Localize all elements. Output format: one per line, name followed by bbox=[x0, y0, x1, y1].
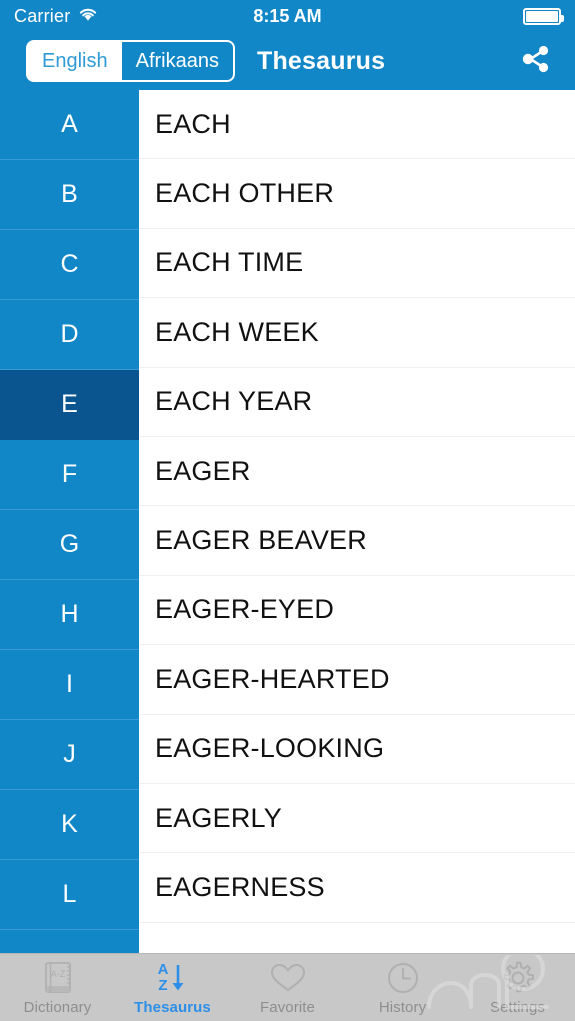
word-list-item[interactable]: EACH WEEK bbox=[139, 298, 575, 368]
alphabet-index-label: K bbox=[61, 810, 78, 838]
alphabet-index-g[interactable]: G bbox=[0, 510, 139, 580]
word-list-item-label: EAGER BEAVER bbox=[155, 525, 367, 556]
az-icon-bottom-letter: Z bbox=[158, 977, 168, 994]
heart-icon bbox=[269, 959, 307, 997]
word-list-item-label: EACH OTHER bbox=[155, 178, 335, 209]
app-root: Carrier 8:15 AM English Afrikaans Thesau… bbox=[0, 0, 575, 1021]
tab-thesaurus[interactable]: A Z Thesaurus bbox=[115, 954, 230, 1021]
alphabet-index-label: D bbox=[60, 320, 79, 348]
language-option-source[interactable]: English bbox=[28, 42, 122, 80]
word-list-item[interactable]: EACH OTHER bbox=[139, 159, 575, 229]
word-list-item[interactable]: EAGER BEAVER bbox=[139, 506, 575, 576]
word-list-item[interactable]: EACH YEAR bbox=[139, 368, 575, 437]
word-list-item-label: EAGER bbox=[155, 455, 251, 486]
page-title: Thesaurus bbox=[256, 46, 386, 75]
content-area: ABCDEFGHIJKLM EACHEACH OTHEREACH TIMEEAC… bbox=[0, 90, 575, 953]
word-list-item[interactable]: EACH bbox=[139, 90, 575, 160]
word-list-item[interactable]: EAGER bbox=[139, 437, 575, 507]
alphabet-index-label: G bbox=[59, 530, 80, 558]
alphabet-index-f[interactable]: F bbox=[0, 440, 139, 510]
word-list-item[interactable]: EAGERLY bbox=[139, 784, 575, 854]
tab-label-dictionary: Dictionary bbox=[23, 999, 92, 1016]
alphabet-index-label: F bbox=[61, 460, 78, 488]
alphabet-index-l[interactable]: L bbox=[0, 860, 139, 930]
a-z-sort-icon: A Z bbox=[158, 959, 188, 997]
tab-label-history: History bbox=[378, 999, 427, 1016]
gear-icon bbox=[499, 959, 537, 997]
alphabet-index-label: I bbox=[66, 670, 73, 698]
navigation-bar: English Afrikaans Thesaurus bbox=[0, 32, 575, 90]
status-bar: Carrier 8:15 AM bbox=[0, 0, 575, 32]
dictionary-book-icon: A-Z bbox=[38, 959, 78, 997]
word-list-item[interactable]: EAGERNESS bbox=[139, 853, 575, 923]
battery-icon bbox=[523, 7, 564, 25]
tab-label-settings: Settings bbox=[490, 999, 545, 1016]
alphabet-index-d[interactable]: D bbox=[0, 300, 139, 370]
alphabet-index-label: H bbox=[60, 600, 79, 628]
word-list-item[interactable]: EAGER-HEARTED bbox=[139, 645, 575, 715]
alphabet-index-c[interactable]: C bbox=[0, 230, 139, 300]
alphabet-index-j[interactable]: J bbox=[0, 720, 139, 790]
alphabet-index-label: B bbox=[61, 180, 78, 208]
tab-label-favorite: Favorite bbox=[260, 999, 315, 1016]
word-list-item-label: EAGER-EYED bbox=[155, 594, 335, 625]
word-list-item-label: EACH YEAR bbox=[155, 386, 313, 417]
tab-dictionary[interactable]: A-Z Dictionary bbox=[0, 954, 115, 1021]
share-icon bbox=[519, 42, 553, 81]
svg-text:A-Z: A-Z bbox=[50, 969, 65, 979]
alphabet-index-a[interactable]: A bbox=[0, 90, 139, 160]
tab-label-thesaurus: Thesaurus bbox=[134, 999, 211, 1016]
language-option-target[interactable]: Afrikaans bbox=[121, 42, 233, 80]
status-bar-right bbox=[523, 7, 564, 25]
word-list-item-label: EACH bbox=[155, 108, 231, 139]
tab-bar: A-Z Dictionary A Z Thesaurus Favorite Hi… bbox=[0, 947, 575, 1021]
alphabet-index-label: C bbox=[60, 250, 79, 278]
word-list-item-label: EACH WEEK bbox=[155, 316, 319, 347]
status-bar-left: Carrier bbox=[14, 6, 99, 27]
language-toggle[interactable]: English Afrikaans bbox=[26, 40, 235, 82]
alphabet-index-sidebar[interactable]: A B C D E F G H I J K LM bbox=[0, 90, 139, 953]
alphabet-index-b[interactable]: B bbox=[0, 160, 139, 230]
word-list-item[interactable]: EACH TIME bbox=[139, 229, 575, 299]
carrier-label: Carrier bbox=[14, 5, 71, 26]
alphabet-index-label: E bbox=[61, 390, 78, 418]
alphabet-index-e[interactable]: E bbox=[0, 370, 139, 440]
word-list-item[interactable]: EAGER-LOOKING bbox=[139, 715, 575, 784]
tab-favorite[interactable]: Favorite bbox=[230, 954, 345, 1021]
alphabet-index-i[interactable]: I bbox=[0, 650, 139, 720]
alphabet-index-m[interactable]: M bbox=[0, 930, 139, 953]
word-list-item-label: EAGER-LOOKING bbox=[155, 733, 385, 764]
alphabet-index-label: L bbox=[62, 880, 77, 908]
alphabet-index-k[interactable]: K bbox=[0, 790, 139, 860]
clock-icon bbox=[385, 959, 421, 997]
word-list-item[interactable]: EAGER-EYED bbox=[139, 576, 575, 646]
tab-history[interactable]: History bbox=[345, 954, 460, 1021]
word-list-item-label: EACH TIME bbox=[155, 247, 304, 278]
share-button[interactable] bbox=[513, 38, 559, 84]
tab-settings[interactable]: Settings bbox=[460, 954, 575, 1021]
alphabet-index-label: A bbox=[61, 110, 78, 138]
wifi-icon bbox=[77, 6, 99, 27]
alphabet-index-h[interactable]: H bbox=[0, 580, 139, 650]
word-list-item-label: EAGERNESS bbox=[155, 871, 325, 902]
alphabet-index-label: J bbox=[63, 740, 76, 768]
az-icon-top-letter: A bbox=[157, 961, 169, 979]
word-list-item-label: EAGERLY bbox=[155, 802, 282, 833]
word-list-item-label: EAGER-HEARTED bbox=[155, 663, 390, 694]
word-list[interactable]: EACH EACH OTHER EACH TIME EACH WEEK EACH YEA… bbox=[139, 90, 575, 953]
